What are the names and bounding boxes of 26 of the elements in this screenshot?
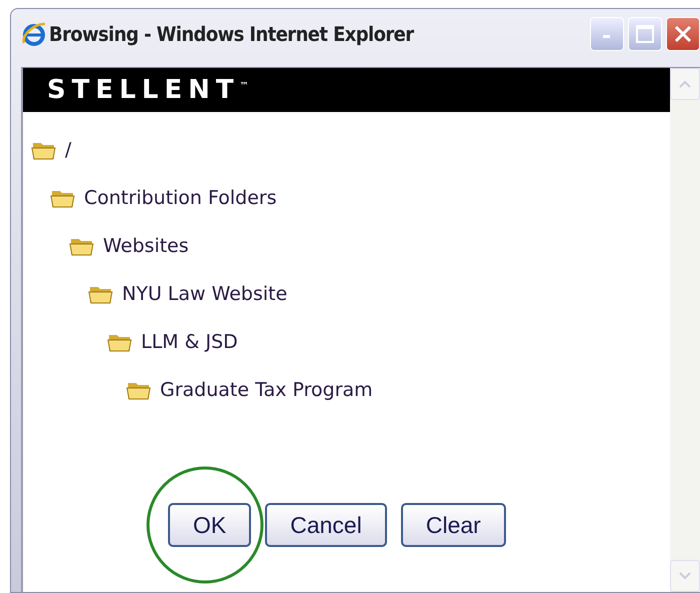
scroll-up-button[interactable] <box>670 68 700 100</box>
folder-label[interactable]: Contribution Folders <box>84 187 277 209</box>
close-button[interactable] <box>666 17 700 51</box>
dialog-button[interactable]: Cancel <box>265 503 387 547</box>
close-icon <box>673 24 693 44</box>
dialog-button[interactable]: Clear <box>400 503 506 547</box>
folder-icon <box>126 380 152 400</box>
folder-icon <box>88 284 114 304</box>
folder-label[interactable]: Websites <box>103 235 189 257</box>
folder-label[interactable]: LLM & JSD <box>141 331 238 353</box>
folder-label[interactable]: / <box>65 139 72 161</box>
folder-label[interactable]: Graduate Tax Program <box>160 379 373 401</box>
brand-logo: STELLENT$^{™}$ <box>47 75 249 105</box>
scroll-down-button[interactable] <box>670 560 700 592</box>
folder-icon <box>69 236 95 256</box>
dialog-button[interactable]: OK <box>168 503 252 547</box>
folder-icon <box>31 140 57 160</box>
chevron-up-icon <box>678 79 692 89</box>
chevron-down-icon <box>678 571 692 581</box>
minimize-button[interactable] <box>590 17 624 51</box>
maximize-icon <box>636 25 654 43</box>
folder-label[interactable]: NYU Law Website <box>122 283 288 305</box>
folder-icon <box>50 188 76 208</box>
folder-icon <box>107 332 133 352</box>
window-title: Browsing - Windows Internet Explorer <box>49 22 415 46</box>
browser-logo-icon <box>21 21 47 47</box>
